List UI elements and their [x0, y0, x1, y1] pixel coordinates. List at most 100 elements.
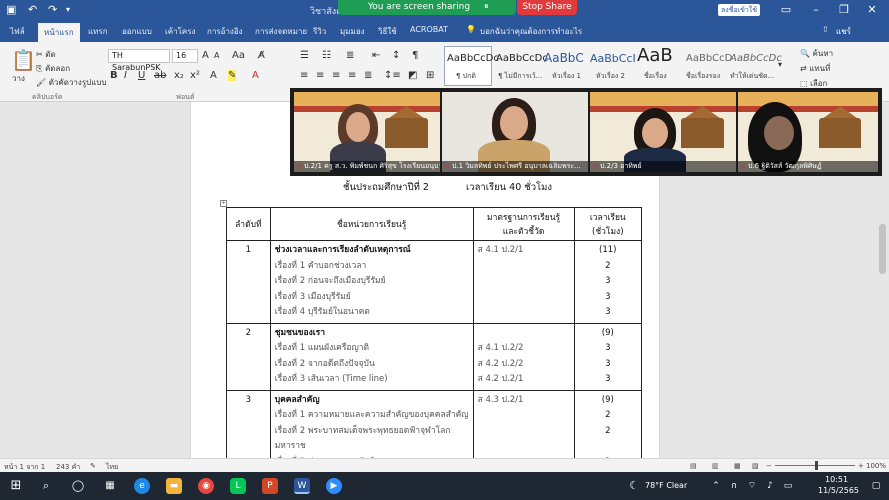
- paste-icon[interactable]: 📋: [11, 48, 36, 72]
- web-layout-icon[interactable]: ▧: [752, 462, 759, 470]
- volume-icon[interactable]: ♪: [762, 478, 778, 494]
- zoom-slider-thumb[interactable]: [815, 461, 818, 470]
- align-center-icon[interactable]: ≡: [316, 70, 324, 81]
- wifi-icon[interactable]: ⌔: [744, 478, 760, 494]
- clock-date[interactable]: 11/5/2565: [818, 486, 859, 495]
- paste-label[interactable]: วาง: [12, 72, 25, 85]
- share-icon[interactable]: ⇧: [822, 25, 829, 34]
- close-icon[interactable]: ✕: [862, 3, 882, 16]
- chrome-icon[interactable]: ◉: [198, 478, 214, 494]
- share-button[interactable]: แชร์: [836, 25, 851, 38]
- replace-button[interactable]: ⇄ แทนที่: [800, 62, 830, 75]
- style-sample-2[interactable]: AaBbCcDc: [496, 53, 548, 64]
- tab-layout[interactable]: เค้าโครง: [165, 25, 195, 38]
- curriculum-table[interactable]: ลำดับที่ ชื่อหน่วยการเรียนรู้ มาตรฐานการ…: [226, 207, 643, 473]
- participant-tile-3[interactable]: ป.2/3 อาทิพย์ ✕: [590, 92, 736, 172]
- decrease-indent-icon[interactable]: ⇤: [372, 50, 380, 61]
- text-effects-icon[interactable]: A: [210, 70, 217, 81]
- style-sample-5[interactable]: AaB: [637, 45, 673, 66]
- format-painter-button[interactable]: 🖌 ตัวคัดวางรูปแบบ: [36, 76, 107, 89]
- edge-icon[interactable]: e: [134, 478, 150, 494]
- subscript-icon[interactable]: x₂: [174, 70, 184, 81]
- scrollbar-thumb[interactable]: [879, 224, 886, 274]
- align-left-icon[interactable]: ≡: [300, 70, 308, 81]
- customize-quick-access-icon[interactable]: ▾: [66, 5, 70, 14]
- save-icon[interactable]: ▣: [6, 3, 16, 16]
- highlight-icon[interactable]: ✎: [228, 70, 237, 81]
- clock-time[interactable]: 10:51: [825, 475, 848, 484]
- read-mode-icon[interactable]: ▥: [712, 462, 719, 470]
- tab-references[interactable]: การอ้างอิง: [207, 25, 243, 38]
- task-view-icon[interactable]: ◯: [70, 478, 86, 494]
- focus-mode-icon[interactable]: ▤: [690, 462, 697, 470]
- language-tray-icon[interactable]: ก: [726, 478, 742, 494]
- tray-chevron-icon[interactable]: ⌃: [708, 478, 724, 494]
- numbering-icon[interactable]: ☷: [322, 50, 331, 61]
- windows-start-icon[interactable]: ⊞: [8, 478, 24, 494]
- strikethrough-icon[interactable]: ab: [154, 70, 166, 81]
- zoom-app-icon[interactable]: ▶: [326, 478, 342, 494]
- redo-icon[interactable]: ↷: [48, 3, 57, 16]
- styles-more-icon[interactable]: ▾: [778, 60, 782, 69]
- pause-share-icon[interactable]: ⏸: [484, 0, 489, 15]
- ribbon-display-icon[interactable]: ▭: [776, 3, 796, 16]
- distributed-icon[interactable]: ≣: [364, 70, 372, 81]
- justify-icon[interactable]: ≡: [348, 70, 356, 81]
- font-size-select[interactable]: 16: [172, 49, 198, 63]
- shading-icon[interactable]: ◩: [408, 70, 417, 81]
- find-button[interactable]: 🔍 ค้นหา: [800, 47, 833, 60]
- style-sample-7[interactable]: AaBbCcDc: [730, 53, 782, 64]
- participant-tile-4[interactable]: ป.6 ฐิติวัสส์ วัฒกุลพิศิษฏ์ ✕: [738, 92, 878, 172]
- print-layout-icon[interactable]: ▦: [734, 462, 741, 470]
- weather-text[interactable]: 78°F Clear: [645, 481, 687, 490]
- bullets-icon[interactable]: ☰: [300, 50, 309, 61]
- borders-icon[interactable]: ⊞: [426, 70, 434, 81]
- font-color-icon[interactable]: A: [252, 70, 259, 81]
- align-right-icon[interactable]: ≡: [332, 70, 340, 81]
- tab-file[interactable]: ไฟล์: [10, 25, 25, 38]
- undo-icon[interactable]: ↶: [28, 3, 37, 16]
- italic-icon[interactable]: I: [124, 70, 127, 81]
- bold-icon[interactable]: B: [110, 70, 118, 81]
- grow-font-icon[interactable]: A: [202, 50, 209, 61]
- style-sample-4[interactable]: AaBbCcI: [590, 52, 636, 65]
- shrink-font-icon[interactable]: A: [214, 51, 219, 60]
- cut-button[interactable]: ✂ ตัด: [36, 48, 56, 61]
- sort-icon[interactable]: ↕: [392, 50, 400, 61]
- word-icon[interactable]: W: [294, 478, 310, 494]
- stop-share-button[interactable]: Stop Share: [517, 0, 577, 15]
- search-icon[interactable]: ⌕: [38, 478, 54, 494]
- show-marks-icon[interactable]: ¶: [412, 50, 418, 61]
- style-sample-3[interactable]: AaBbC: [544, 51, 584, 65]
- proofing-icon[interactable]: ✎: [90, 462, 96, 470]
- sign-in-button[interactable]: ลงชื่อเข้าใช้: [718, 4, 760, 16]
- change-case-icon[interactable]: Aa: [232, 50, 245, 61]
- battery-icon[interactable]: ▭: [780, 478, 796, 494]
- tab-insert[interactable]: แทรก: [88, 25, 108, 38]
- file-explorer-icon[interactable]: ▬: [166, 478, 182, 494]
- tab-design[interactable]: ออกแบบ: [122, 25, 152, 38]
- font-name-select[interactable]: TH SarabunPSK: [108, 49, 170, 72]
- tab-home[interactable]: หน้าแรก: [38, 23, 80, 42]
- widgets-icon[interactable]: ▦: [102, 478, 118, 494]
- tab-mailings[interactable]: การส่งจดหมาย: [255, 25, 307, 38]
- tab-view[interactable]: มุมมอง: [340, 25, 365, 38]
- notifications-icon[interactable]: ▢: [868, 478, 884, 494]
- participant-tile-1[interactable]: ป.2/1 ครู ส.ว. พิมพ์ชนก ศิริสุข โรงเรียน…: [294, 92, 440, 172]
- multilevel-list-icon[interactable]: ≣: [346, 50, 354, 61]
- line-app-icon[interactable]: L: [230, 478, 246, 494]
- zoom-out-icon[interactable]: −: [766, 462, 772, 470]
- line-spacing-icon[interactable]: ↕≡: [384, 70, 401, 81]
- underline-icon[interactable]: U: [138, 70, 145, 81]
- tab-acrobat[interactable]: ACROBAT: [410, 25, 448, 34]
- participant-tile-2[interactable]: ป.1 วิมลทิพย์ ประไพศรี อนุบาลเฉลิมพระ...…: [442, 92, 588, 172]
- zoom-level[interactable]: 100%: [866, 462, 886, 470]
- clear-formatting-icon[interactable]: A̸: [258, 50, 265, 61]
- zoom-in-icon[interactable]: +: [858, 462, 864, 470]
- style-sample-6[interactable]: AaBbCcD: [686, 53, 732, 64]
- tab-help[interactable]: วิธีใช้: [378, 25, 397, 38]
- superscript-icon[interactable]: x²: [190, 70, 200, 81]
- tab-review[interactable]: รีวิว: [313, 25, 326, 38]
- table-move-handle-icon[interactable]: +: [220, 200, 227, 207]
- powerpoint-icon[interactable]: P: [262, 478, 278, 494]
